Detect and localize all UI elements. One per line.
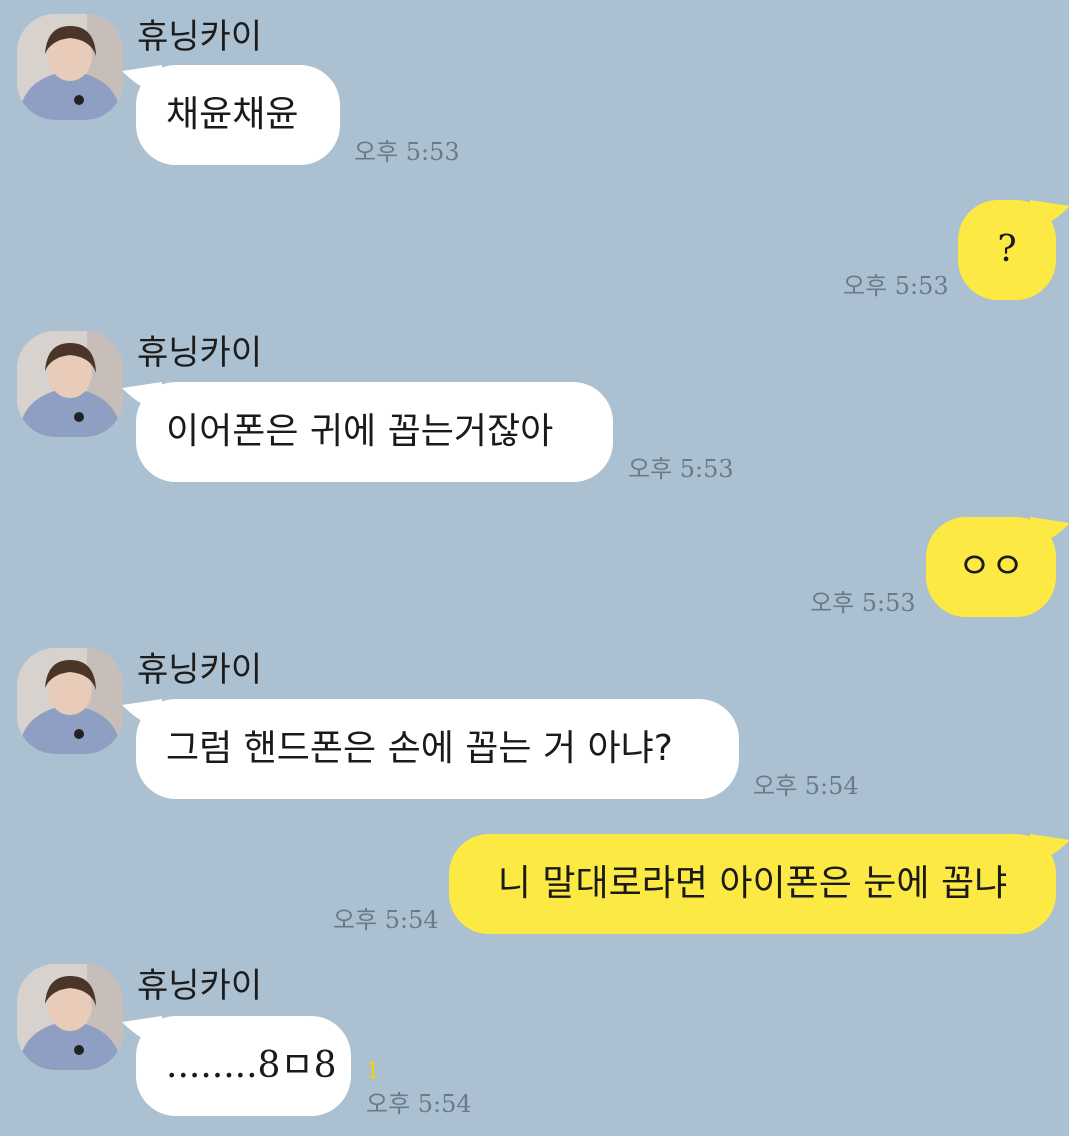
sender-name: 휴닝카이 bbox=[137, 17, 263, 57]
message-bubble-outgoing[interactable]: 니 말대로라면 아이폰은 눈에 꼽냐 bbox=[449, 834, 1069, 934]
unread-count: 1 bbox=[366, 1059, 380, 1084]
message-timestamp: 오후 5:54 bbox=[333, 906, 439, 934]
message-timestamp: 오후 5:54 bbox=[753, 772, 859, 800]
message-timestamp: 오후 5:53 bbox=[843, 272, 949, 300]
message-bubble-outgoing[interactable]: ? bbox=[958, 200, 1069, 300]
message-bubble-incoming[interactable]: ........8ㅁ8 bbox=[122, 1016, 351, 1116]
message-text: 그럼 핸드폰은 손에 꼽는 거 아냐? bbox=[166, 728, 673, 769]
bubble-tail bbox=[1030, 517, 1069, 547]
message-text: ㅇㅇ bbox=[957, 546, 1025, 587]
bubble-tail bbox=[122, 699, 162, 729]
bubble-tail bbox=[122, 1016, 162, 1046]
sender-name: 휴닝카이 bbox=[137, 333, 263, 373]
message-bubble-incoming[interactable]: 채윤채윤 bbox=[122, 65, 340, 165]
message-text: 이어폰은 귀에 꼽는거잖아 bbox=[166, 411, 554, 452]
bubble-tail bbox=[122, 65, 162, 95]
message-text: ........8ㅁ8 bbox=[166, 1045, 337, 1086]
bubble-tail bbox=[1030, 200, 1069, 230]
avatar-image bbox=[17, 964, 123, 1070]
avatar-image bbox=[17, 331, 123, 437]
message-bubble-outgoing[interactable]: ㅇㅇ bbox=[926, 517, 1069, 617]
message-timestamp: 오후 5:53 bbox=[810, 589, 916, 617]
message-bubble-incoming[interactable]: 그럼 핸드폰은 손에 꼽는 거 아냐? bbox=[122, 699, 739, 799]
chat-room: 휴닝카이 채윤채윤 오후 5:53 ? 오후 5:53 휴닝카이 이어폰은 귀에… bbox=[0, 0, 1069, 1136]
sender-name: 휴닝카이 bbox=[137, 966, 263, 1006]
avatar-image bbox=[17, 14, 123, 120]
avatar-image bbox=[17, 648, 123, 754]
avatar[interactable] bbox=[17, 964, 123, 1070]
message-text: 채윤채윤 bbox=[166, 94, 299, 135]
message-timestamp: 오후 5:53 bbox=[628, 455, 734, 483]
message-text: 니 말대로라면 아이폰은 눈에 꼽냐 bbox=[497, 863, 1008, 904]
avatar[interactable] bbox=[17, 14, 123, 120]
message-text: ? bbox=[997, 229, 1017, 270]
avatar[interactable] bbox=[17, 331, 123, 437]
message-bubble-incoming[interactable]: 이어폰은 귀에 꼽는거잖아 bbox=[122, 382, 613, 482]
avatar[interactable] bbox=[17, 648, 123, 754]
message-timestamp: 오후 5:54 bbox=[366, 1090, 472, 1118]
message-timestamp: 오후 5:53 bbox=[354, 138, 460, 166]
bubble-tail bbox=[1030, 834, 1069, 864]
bubble-tail bbox=[122, 382, 162, 412]
sender-name: 휴닝카이 bbox=[137, 650, 263, 690]
